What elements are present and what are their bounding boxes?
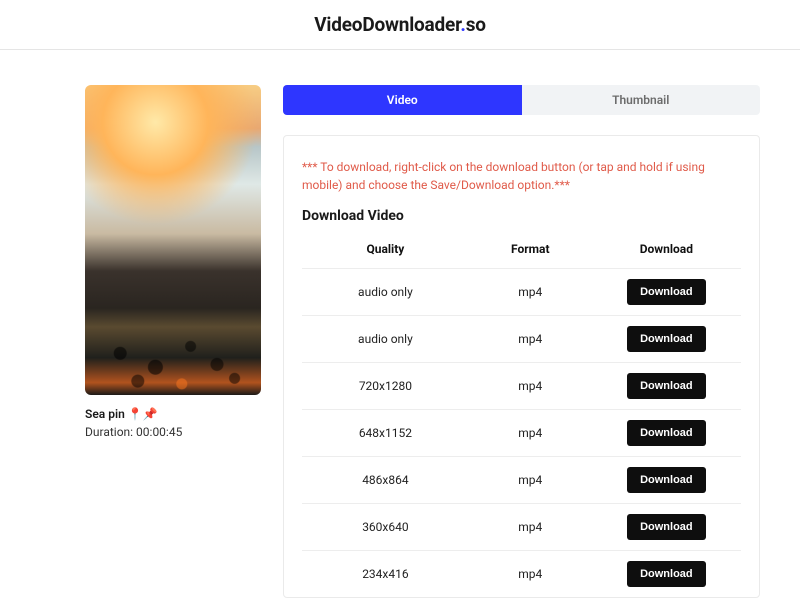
- cell-quality: 360x640: [302, 504, 469, 551]
- download-table: Quality Format Download audio onlymp4Dow…: [302, 230, 741, 597]
- download-button[interactable]: Download: [627, 279, 706, 305]
- tab-bar: Video Thumbnail: [283, 85, 760, 115]
- table-row: 234x416mp4 Download: [302, 551, 741, 598]
- cell-quality: 486x864: [302, 457, 469, 504]
- download-button[interactable]: Download: [627, 326, 706, 352]
- video-duration: Duration: 00:00:45: [85, 425, 261, 439]
- cell-format: mp4: [469, 363, 592, 410]
- video-info-column: Sea pin 📍📌 Duration: 00:00:45: [85, 85, 261, 598]
- video-thumbnail[interactable]: [85, 85, 261, 395]
- video-title: Sea pin 📍📌: [85, 407, 261, 421]
- tab-thumbnail[interactable]: Thumbnail: [522, 85, 761, 115]
- download-button[interactable]: Download: [627, 420, 706, 446]
- cell-format: mp4: [469, 316, 592, 363]
- table-row: audio onlymp4 Download: [302, 316, 741, 363]
- cell-download: Download: [592, 410, 741, 457]
- cell-format: mp4: [469, 504, 592, 551]
- cell-download: Download: [592, 551, 741, 598]
- brand-name: VideoDownloader: [314, 13, 460, 36]
- cell-format: mp4: [469, 410, 592, 457]
- brand-suffix: so: [466, 13, 486, 36]
- brand-logo[interactable]: VideoDownloader.so: [314, 13, 486, 36]
- download-button[interactable]: Download: [627, 561, 706, 587]
- download-column: Video Thumbnail *** To download, right-c…: [283, 85, 760, 598]
- cell-format: mp4: [469, 457, 592, 504]
- download-panel: *** To download, right-click on the down…: [283, 135, 760, 598]
- cell-quality: 720x1280: [302, 363, 469, 410]
- cell-format: mp4: [469, 269, 592, 316]
- cell-format: mp4: [469, 551, 592, 598]
- cell-download: Download: [592, 504, 741, 551]
- table-row: 720x1280mp4 Download: [302, 363, 741, 410]
- download-button[interactable]: Download: [627, 373, 706, 399]
- table-row: audio onlymp4 Download: [302, 269, 741, 316]
- cell-download: Download: [592, 457, 741, 504]
- download-button[interactable]: Download: [627, 467, 706, 493]
- download-notice: *** To download, right-click on the down…: [302, 158, 741, 194]
- download-button[interactable]: Download: [627, 514, 706, 540]
- cell-quality: audio only: [302, 269, 469, 316]
- main-content: Sea pin 📍📌 Duration: 00:00:45 Video Thum…: [0, 50, 800, 598]
- col-format: Format: [469, 230, 592, 269]
- tab-video[interactable]: Video: [283, 85, 522, 115]
- cell-quality: 234x416: [302, 551, 469, 598]
- cell-quality: 648x1152: [302, 410, 469, 457]
- section-title: Download Video: [302, 208, 741, 224]
- site-header: VideoDownloader.so: [0, 0, 800, 50]
- table-row: 648x1152mp4 Download: [302, 410, 741, 457]
- table-row: 486x864mp4 Download: [302, 457, 741, 504]
- cell-download: Download: [592, 363, 741, 410]
- cell-download: Download: [592, 269, 741, 316]
- col-quality: Quality: [302, 230, 469, 269]
- cell-download: Download: [592, 316, 741, 363]
- cell-quality: audio only: [302, 316, 469, 363]
- table-row: 360x640mp4 Download: [302, 504, 741, 551]
- col-download: Download: [592, 230, 741, 269]
